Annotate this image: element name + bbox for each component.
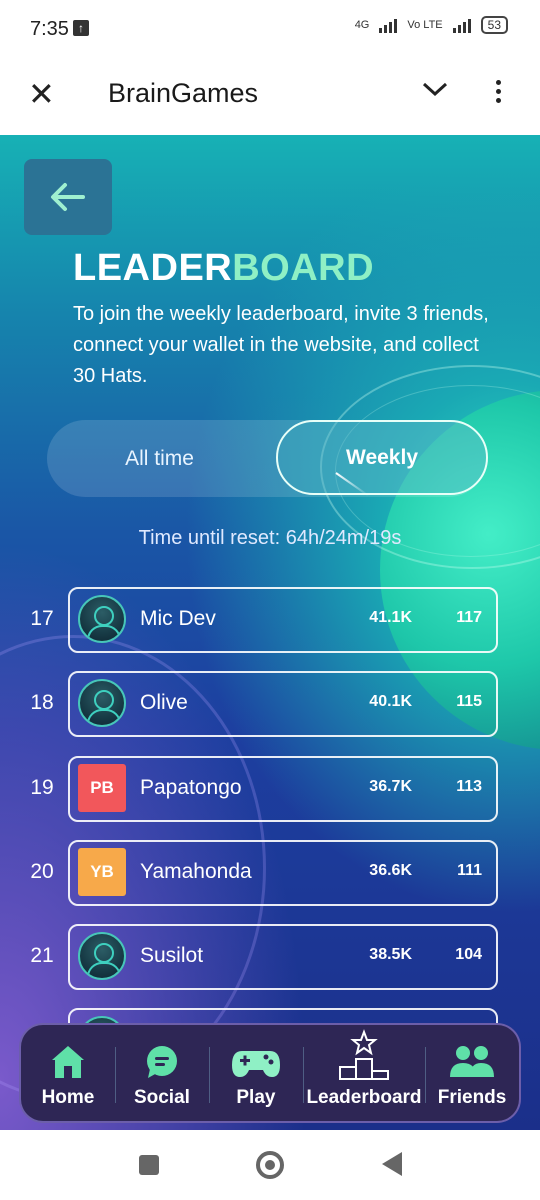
title-part2: BOARD bbox=[232, 247, 375, 289]
nav-leaderboard-label: Leaderboard bbox=[306, 1087, 422, 1108]
status-indicators: 4G Vo LTE 53 bbox=[355, 16, 508, 34]
nav-home-label: Home bbox=[41, 1087, 95, 1108]
avatar-initials: YB bbox=[78, 848, 126, 896]
network-label-4g: 4G bbox=[354, 19, 370, 31]
player-name: Papatongo bbox=[140, 776, 242, 799]
nav-play[interactable]: Play bbox=[208, 1025, 303, 1121]
chat-bubble-icon bbox=[146, 1046, 177, 1078]
row-card: YB Yamahonda 36.6K 111 bbox=[68, 840, 498, 906]
leaderboard-row[interactable]: 19 PB Papatongo 36.7K 113 bbox=[0, 756, 540, 822]
player-name: Mic Dev bbox=[140, 607, 216, 630]
player-count: 117 bbox=[456, 609, 482, 626]
reset-timer: Time until reset: 64h/24m/19s bbox=[138, 527, 402, 549]
player-score: 40.1K bbox=[369, 693, 412, 710]
recent-apps-icon[interactable] bbox=[139, 1155, 159, 1175]
rank: 18 bbox=[30, 691, 54, 714]
friends-icon bbox=[450, 1046, 495, 1077]
player-count: 113 bbox=[456, 778, 482, 795]
row-card: PB Papatongo 36.7K 113 bbox=[68, 756, 498, 822]
player-score: 36.6K bbox=[369, 862, 412, 879]
arrow-left-icon bbox=[51, 183, 85, 211]
status-bar: 7:35 ↑ 4G Vo LTE 53 bbox=[0, 0, 540, 58]
avatar-initials: PB bbox=[78, 764, 126, 812]
app-bar: ✕ BrainGames bbox=[0, 58, 540, 136]
home-icon bbox=[51, 1046, 84, 1078]
rank: 21 bbox=[30, 944, 54, 967]
nav-play-label: Play bbox=[236, 1087, 276, 1108]
app-title: BrainGames bbox=[108, 78, 259, 108]
player-score: 41.1K bbox=[369, 609, 412, 626]
leaderboard-row[interactable]: 17 Mic Dev 41.1K 117 bbox=[0, 587, 540, 653]
title-part1: LEADER bbox=[73, 247, 233, 289]
player-name: Yamahonda bbox=[140, 860, 252, 883]
tab-weekly[interactable]: Weekly bbox=[276, 420, 488, 495]
avatar-placeholder-icon bbox=[78, 679, 126, 727]
back-triangle-icon[interactable] bbox=[382, 1152, 402, 1176]
avatar-placeholder-icon bbox=[78, 595, 126, 643]
rank: 19 bbox=[30, 776, 54, 799]
player-count: 111 bbox=[457, 862, 482, 879]
player-score: 38.5K bbox=[369, 946, 412, 963]
podium-icon bbox=[338, 1029, 389, 1080]
gamepad-icon bbox=[231, 1051, 280, 1077]
player-name: Olive bbox=[140, 691, 188, 714]
tab-all-time[interactable]: All time bbox=[47, 420, 272, 497]
player-count: 104 bbox=[455, 946, 482, 963]
leaderboard-row[interactable]: 20 YB Yamahonda 36.6K 111 bbox=[0, 840, 540, 906]
signal-icon-2 bbox=[452, 17, 471, 33]
row-card: Susilot 38.5K 104 bbox=[68, 924, 498, 990]
battery-icon: 53 bbox=[480, 16, 508, 34]
leaderboard-row[interactable]: 21 Susilot 38.5K 104 bbox=[0, 924, 540, 990]
leaderboard-row[interactable]: 18 Olive 40.1K 115 bbox=[0, 671, 540, 737]
period-toggle: All time Weekly bbox=[47, 420, 488, 497]
volte-label: Vo LTE bbox=[407, 19, 443, 31]
player-name: Susilot bbox=[140, 944, 204, 967]
bottom-nav: Home Social Play Leaderboard Friends bbox=[19, 1023, 521, 1123]
nav-leaderboard[interactable]: Leaderboard bbox=[302, 1025, 425, 1121]
signal-icon bbox=[379, 17, 398, 33]
nav-friends[interactable]: Friends bbox=[425, 1025, 519, 1121]
back-button[interactable] bbox=[24, 159, 112, 235]
upload-icon: ↑ bbox=[73, 20, 89, 36]
leaderboard-description: To join the weekly leaderboard, invite 3… bbox=[73, 303, 489, 387]
more-options-icon[interactable] bbox=[496, 80, 504, 107]
home-button-icon[interactable] bbox=[256, 1151, 284, 1179]
player-count: 115 bbox=[456, 693, 482, 710]
system-nav-bar bbox=[0, 1130, 540, 1200]
close-icon[interactable]: ✕ bbox=[28, 78, 55, 110]
game-view: LEADERBOARD To join the weekly leaderboa… bbox=[0, 135, 540, 1130]
leaderboard-title: LEADERBOARD bbox=[73, 247, 374, 290]
nav-social[interactable]: Social bbox=[114, 1025, 209, 1121]
row-card: Mic Dev 41.1K 117 bbox=[68, 587, 498, 653]
avatar-placeholder-icon bbox=[78, 932, 126, 980]
rank: 20 bbox=[30, 860, 54, 883]
row-card: Olive 40.1K 115 bbox=[68, 671, 498, 737]
player-score: 36.7K bbox=[369, 778, 412, 795]
rank: 17 bbox=[30, 607, 54, 630]
chevron-down-icon[interactable] bbox=[422, 80, 448, 103]
status-time: 7:35 bbox=[30, 18, 69, 40]
nav-home[interactable]: Home bbox=[21, 1025, 115, 1121]
nav-friends-label: Friends bbox=[437, 1087, 507, 1108]
nav-social-label: Social bbox=[133, 1087, 190, 1108]
